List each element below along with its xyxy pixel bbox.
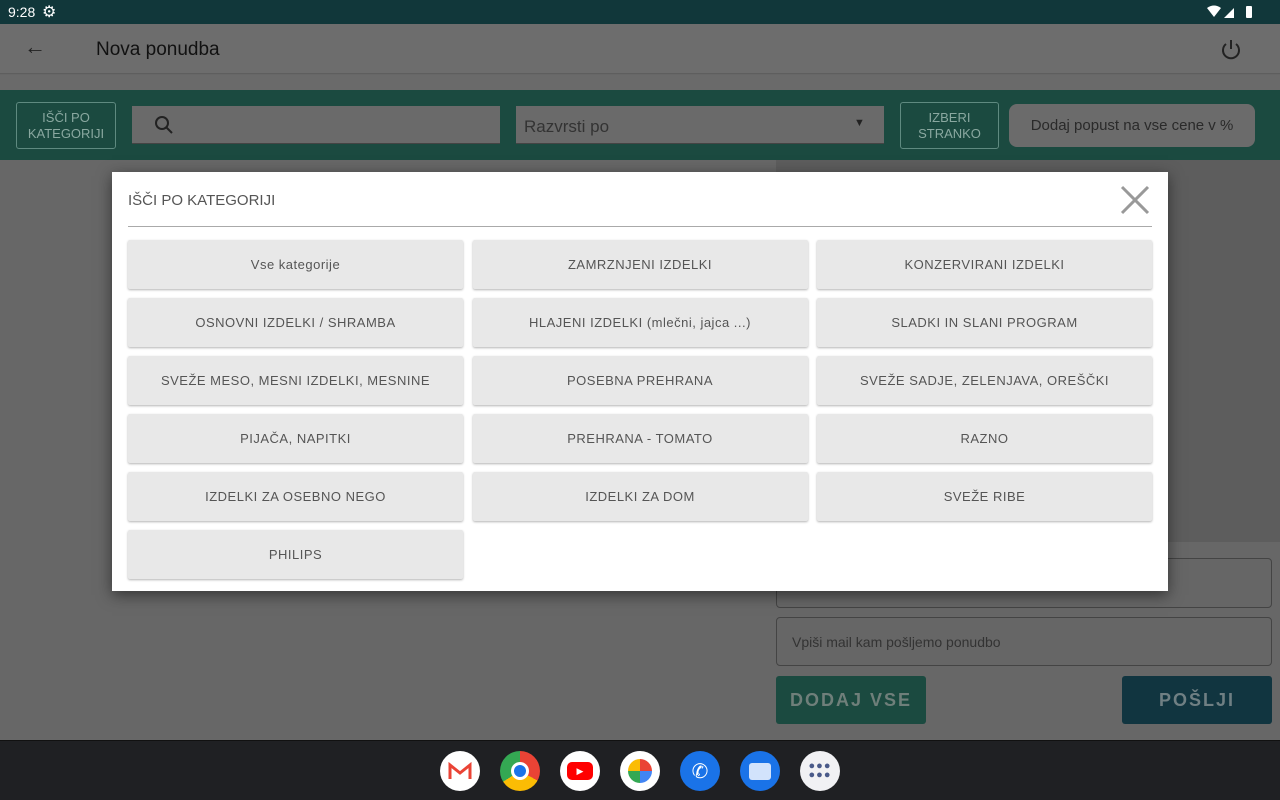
settings-icon: ⚙	[42, 4, 57, 21]
power-icon[interactable]	[1219, 38, 1243, 62]
category-button[interactable]: SLADKI IN SLANI PROGRAM	[817, 298, 1152, 347]
category-button[interactable]: SVEŽE RIBE	[817, 472, 1152, 521]
app-bar: ← Nova ponudba	[0, 24, 1280, 74]
category-button[interactable]: PREHRANA - TOMATO	[472, 414, 808, 463]
page-title: Nova ponudba	[96, 39, 220, 60]
chrome-icon[interactable]	[500, 751, 540, 791]
select-customer-button[interactable]: IZBERI STRANKO	[900, 102, 999, 149]
category-button[interactable]: IZDELKI ZA OSEBNO NEGO	[128, 472, 463, 521]
category-button[interactable]: ZAMRZNJENI IZDELKI	[472, 240, 808, 289]
messages-icon[interactable]	[740, 751, 780, 791]
photos-icon[interactable]	[620, 751, 660, 791]
search-input[interactable]	[132, 106, 500, 144]
category-button[interactable]: POSEBNA PREHRANA	[472, 356, 808, 405]
category-button[interactable]: HLAJENI IZDELKI (mlečni, jajca ...)	[472, 298, 808, 347]
add-all-button[interactable]: DODAJ VSE	[776, 676, 926, 724]
discount-input[interactable]: Dodaj popust na vse cene v %	[1009, 104, 1255, 147]
clock: 9:28	[8, 4, 36, 20]
search-icon	[155, 116, 173, 134]
email-input[interactable]: Vpiši mail kam pošljemo ponudbo	[776, 617, 1272, 666]
category-dialog: IŠČI PO KATEGORIJI Vse kategorije ZAMRZNJ…	[112, 172, 1168, 591]
send-button[interactable]: POŠLJI	[1122, 676, 1272, 724]
youtube-icon[interactable]: ▶	[560, 751, 600, 791]
category-button[interactable]: IZDELKI ZA DOM	[472, 472, 808, 521]
category-button[interactable]: Vse kategorije	[128, 240, 463, 289]
back-arrow-icon[interactable]: ←	[24, 34, 46, 60]
app-drawer-icon[interactable]: ●●● ●●●	[800, 751, 840, 791]
toolbar: IŠČI PO KATEGORIJI Razvrsti po ▼ IZBERI …	[0, 90, 1280, 160]
chevron-down-icon: ▼	[854, 117, 865, 129]
category-button[interactable]: KONZERVIRANI IZDELKI	[817, 240, 1152, 289]
sort-dropdown[interactable]: Razvrsti po ▼	[516, 106, 884, 144]
category-button[interactable]: SVEŽE MESO, MESNI IZDELKI, MESNINE	[128, 356, 463, 405]
dialog-title: IŠČI PO KATEGORIJI	[128, 192, 276, 209]
search-by-category-button[interactable]: IŠČI PO KATEGORIJI	[16, 102, 116, 149]
close-icon[interactable]	[1119, 184, 1151, 216]
phone-icon[interactable]: ✆	[680, 751, 720, 791]
dock: ▶ ✆ ●●● ●●●	[0, 740, 1280, 800]
sort-label: Razvrsti po	[524, 117, 610, 136]
category-button[interactable]: RAZNO	[817, 414, 1152, 463]
category-button[interactable]: PHILIPS	[128, 530, 463, 579]
category-button[interactable]: SVEŽE SADJE, ZELENJAVA, OREŠČKI	[817, 356, 1152, 405]
divider	[128, 226, 1152, 227]
category-button[interactable]: PIJAČA, NAPITKI	[128, 414, 463, 463]
wifi-battery-icons	[1207, 5, 1252, 18]
category-button[interactable]: OSNOVNI IZDELKI / SHRAMBA	[128, 298, 463, 347]
gmail-icon[interactable]	[440, 751, 480, 791]
status-bar: 9:28 ⚙	[0, 0, 1280, 24]
